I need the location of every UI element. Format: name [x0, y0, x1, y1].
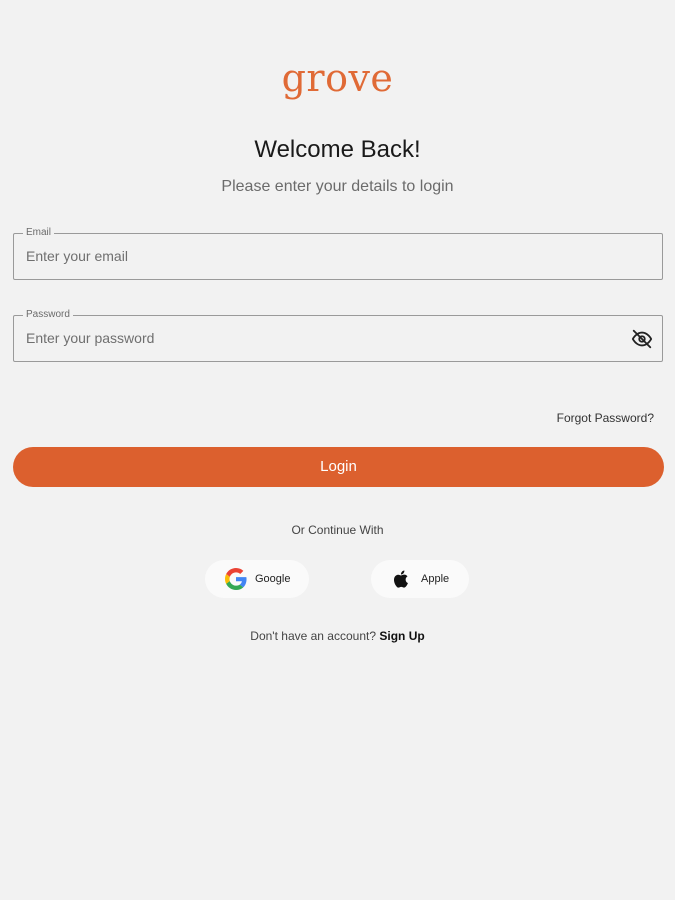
- page-title: Welcome Back!: [254, 136, 421, 163]
- password-field[interactable]: Password: [13, 308, 663, 362]
- google-login-button[interactable]: Google: [205, 560, 309, 598]
- google-icon: [225, 568, 247, 590]
- apple-label: Apple: [421, 573, 450, 585]
- apple-icon: [392, 568, 414, 590]
- apple-login-button[interactable]: Apple: [371, 560, 469, 598]
- password-input[interactable]: [26, 316, 616, 360]
- grove-logo: grove: [281, 56, 394, 100]
- login-button[interactable]: Login: [13, 447, 664, 487]
- signup-link[interactable]: Sign Up: [379, 629, 424, 643]
- or-continue-with-text: Or Continue With: [291, 523, 384, 537]
- email-input[interactable]: [26, 234, 616, 278]
- signup-prompt: Don't have an account?: [250, 629, 377, 643]
- google-label: Google: [255, 573, 291, 585]
- signup-row: Don't have an account? Sign Up: [0, 628, 675, 644]
- page-subtitle: Please enter your details to login: [221, 178, 454, 195]
- eye-off-icon[interactable]: [631, 328, 653, 350]
- forgot-password-link[interactable]: Forgot Password?: [557, 410, 654, 426]
- email-field[interactable]: Email: [13, 226, 663, 280]
